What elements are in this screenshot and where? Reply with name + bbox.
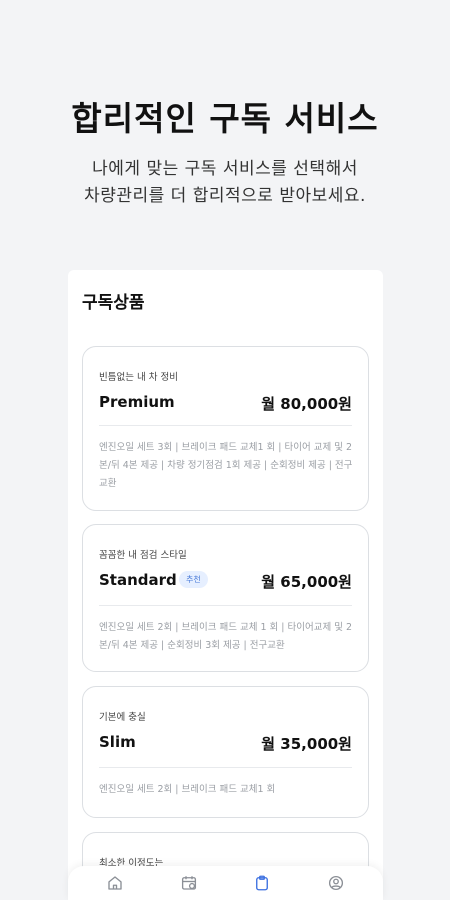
plan-name: Standard <box>99 571 177 589</box>
user-circle-icon <box>329 875 344 891</box>
tab-subscription[interactable] <box>242 868 282 898</box>
plan-name: Premium <box>99 393 175 411</box>
card-divider <box>99 767 352 768</box>
plan-price: 월 80,000원 <box>261 395 352 413</box>
plan-price: 월 65,000원 <box>261 573 352 591</box>
calendar-check-icon <box>181 876 196 890</box>
plan-name: Slim <box>99 733 136 751</box>
tab-profile[interactable] <box>316 868 356 898</box>
hero-title: 합리적인 구독 서비스 <box>71 99 379 138</box>
hero-subtitle-line1: 나에게 맞는 구독 서비스를 선택해서 <box>92 159 358 179</box>
clipboard-icon <box>256 875 269 891</box>
tab-schedule[interactable] <box>169 868 209 898</box>
plan-tag: 꼼꼼한 내 점검 스타일 <box>99 550 187 561</box>
home-icon <box>108 876 122 890</box>
plan-card-standard[interactable]: 꼼꼼한 내 점검 스타일 Standard 추천 월 65,000원 엔진오일 … <box>82 524 369 672</box>
plan-card-premium[interactable]: 빈틈없는 내 차 정비 Premium 월 80,000원 엔진오일 세트 3회… <box>82 346 369 511</box>
plan-tag: 빈틈없는 내 차 정비 <box>99 372 178 383</box>
plan-price: 월 35,000원 <box>261 735 352 753</box>
plan-card-slim[interactable]: 기본에 충실 Slim 월 35,000원 엔진오일 세트 2회 | 브레이크 … <box>82 686 369 818</box>
tab-home[interactable] <box>95 868 135 898</box>
plan-description: 엔진오일 세트 2회 | 브레이크 패드 교체1 회 <box>99 784 276 795</box>
card-divider <box>99 605 352 606</box>
hero-subtitle: 나에게 맞는 구독 서비스를 선택해서 차량관리를 더 합리적으로 받아보세요. <box>0 156 450 210</box>
recommend-badge: 추천 <box>179 571 208 588</box>
card-divider <box>99 425 352 426</box>
bottom-tab-bar <box>68 866 383 900</box>
hero-subtitle-line2: 차량관리를 더 합리적으로 받아보세요. <box>84 186 366 206</box>
plan-description: 엔진오일 세트 2회 | 브레이크 패드 교체 1 회 | 타이어교제 및 2본… <box>99 622 353 651</box>
plan-tag: 기본에 충실 <box>99 712 146 723</box>
panel-title: 구독상품 <box>82 293 145 313</box>
plan-description: 엔진오일 세트 3회 | 브레이크 패드 교체1 회 | 타이어 교제 및 2본… <box>99 442 353 489</box>
